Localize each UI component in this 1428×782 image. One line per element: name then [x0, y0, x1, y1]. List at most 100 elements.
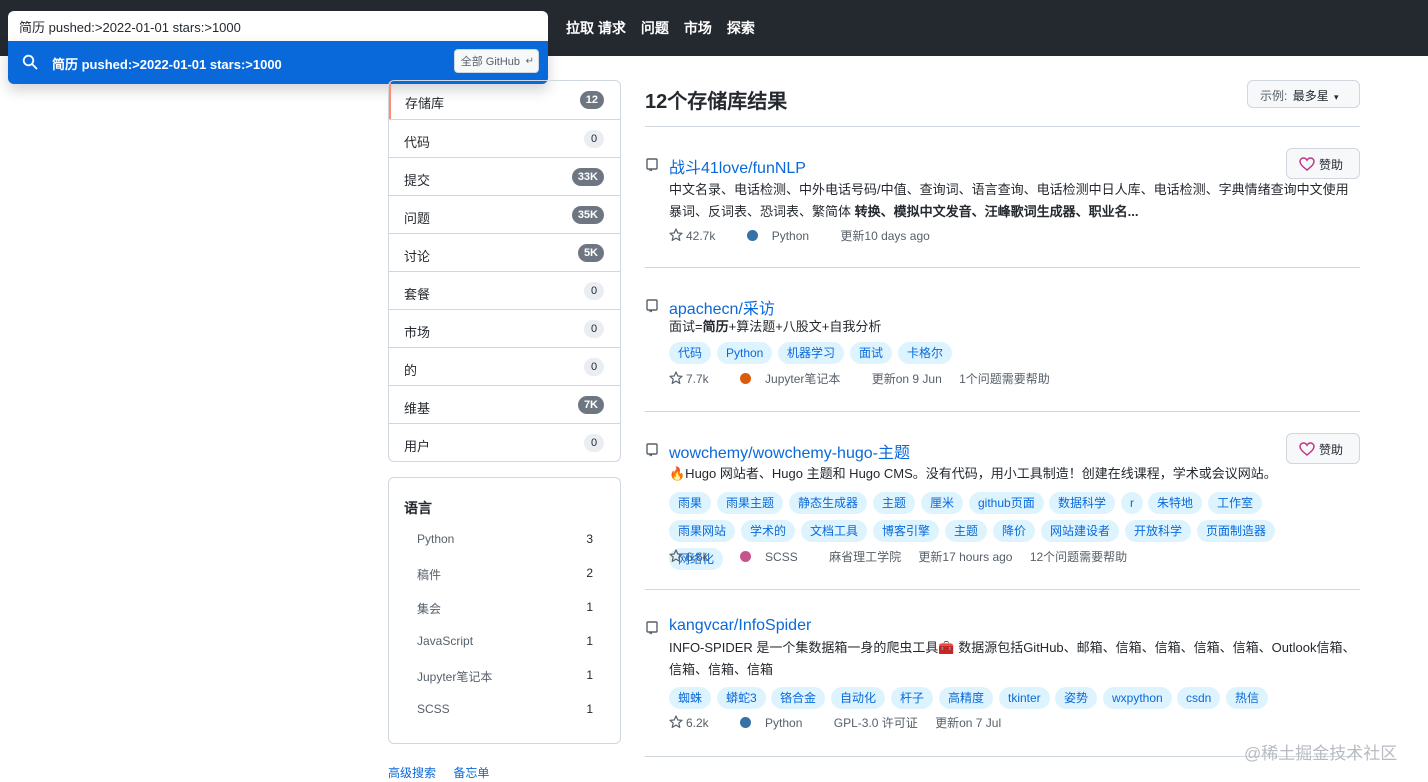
topic-tag[interactable]: 自动化 [831, 687, 886, 709]
search-scope-badge[interactable]: 全部 GitHub ↵ [453, 49, 539, 73]
topic-tag[interactable]: 厘米 [921, 492, 964, 514]
nav-issues[interactable]: 问题 [641, 18, 669, 38]
topic-tag[interactable]: 雨果 [669, 492, 712, 514]
topic-tag[interactable]: 开放科学 [1125, 520, 1192, 542]
language-name: SCSS [765, 550, 798, 564]
return-icon: ↵ [525, 56, 534, 67]
search-input[interactable]: 简历 pushed:>2022-01-01 stars:>1000 [8, 11, 548, 41]
repo-icon [646, 299, 658, 313]
language-item[interactable]: Jupyter笔记本 1 [417, 668, 593, 686]
topic-tag[interactable]: 页面制造器 [1197, 520, 1276, 542]
repo-meta: 6.6k SCSS 麻省理工学院 更新17 hours ago 12个问题需要帮… [669, 548, 1141, 566]
topic-tag[interactable]: 博客引擎 [873, 520, 940, 542]
filter-count: 0 [584, 434, 604, 452]
star-icon [669, 228, 683, 241]
filter-item[interactable]: 市场 0 [389, 309, 620, 347]
topic-tag[interactable]: 姿势 [1055, 687, 1098, 709]
search-suggestion[interactable]: 简历 pushed:>2022-01-01 stars:>1000 全部 Git… [8, 41, 548, 84]
language-count: 1 [586, 600, 593, 614]
topic-tag[interactable]: 文档工具 [801, 520, 868, 542]
scope-label: 全部 GitHub [460, 56, 520, 68]
filter-item[interactable]: 维基 7K [389, 385, 620, 423]
sort-dropdown[interactable]: 示例: 最多星 ▾ [1247, 80, 1360, 108]
filter-label: 套餐 [404, 287, 431, 302]
topic-tag[interactable]: 雨果主题 [717, 492, 784, 514]
topic-tag[interactable]: 热信 [1226, 687, 1269, 709]
sponsor-button[interactable]: 赞助 [1286, 433, 1360, 464]
filter-item[interactable]: 用户 0 [389, 423, 620, 461]
topic-tag[interactable]: 网站建设者 [1041, 520, 1120, 542]
repo-language: Python [740, 716, 816, 730]
topic-tag[interactable]: 降价 [993, 520, 1036, 542]
nav-explore[interactable]: 探索 [727, 18, 755, 38]
advanced-search-link[interactable]: 高级搜索 [388, 766, 436, 780]
language-item[interactable]: 稿件 2 [417, 566, 593, 584]
stars-count[interactable]: 7.7k [669, 371, 723, 386]
search-icon [22, 54, 38, 70]
repo-name-link[interactable]: 战斗41love/funNLP [669, 154, 806, 178]
stars-value: 42.7k [686, 229, 716, 243]
topic-tag[interactable]: tkinter [999, 687, 1050, 709]
filter-menu: 存储库 12 代码 0 提交 33K 问题 35K 讨论 5K 套餐 0 市场 0 的 0 维基 7K 用户 0 [388, 80, 621, 462]
topic-tag[interactable]: 机器学习 [778, 342, 845, 364]
topic-tag[interactable]: 朱特地 [1148, 492, 1203, 514]
language-count: 1 [586, 668, 593, 682]
filter-item[interactable]: 存储库 12 [389, 81, 620, 119]
topic-tag[interactable]: 杆子 [891, 687, 934, 709]
topic-tag[interactable]: 数据科学 [1049, 492, 1116, 514]
language-item[interactable]: Python 3 [417, 532, 593, 550]
topic-tag[interactable]: 主题 [945, 520, 988, 542]
filter-item[interactable]: 的0 [389, 347, 620, 385]
topic-tag[interactable]: 静态生成器 [789, 492, 868, 514]
topic-tag[interactable]: 主题 [873, 492, 916, 514]
topic-tag[interactable]: github页面 [969, 492, 1044, 514]
help-wanted-issues[interactable]: 12个问题需要帮助 [1030, 550, 1127, 564]
nav-marketplace[interactable]: 市场 [684, 18, 712, 38]
language-filter: 语言 Python 3 稿件 2 集会 1 JavaScript 1 Jupyter笔记本 1 SC… [388, 477, 621, 744]
repo-description: 🔥Hugo 网站者、Hugo 主题和 Hugo CMS。没有代码，用小工具制造！… [669, 466, 1277, 481]
filter-item[interactable]: 提交 33K [389, 157, 620, 195]
divider [645, 411, 1360, 412]
language-name: Jupyter笔记本 [765, 372, 841, 386]
repo-meta: 42.7k Python 更新10 days ago [669, 227, 944, 245]
repo-result: wowchemy/wowchemy-hugo-主题 赞助 🔥Hugo 网站者、H… [645, 433, 1360, 570]
sort-label: 示例: [1260, 89, 1288, 103]
topic-tag[interactable]: 蜘蛛 [669, 687, 712, 709]
language-item[interactable]: 集会 1 [417, 600, 593, 618]
filter-count: 5K [577, 244, 604, 262]
filter-item[interactable]: 代码 0 [389, 119, 620, 157]
sponsor-button[interactable]: 赞助 [1286, 148, 1360, 179]
filter-item[interactable]: 讨论 5K [389, 233, 620, 271]
topic-tag[interactable]: csdn [1177, 687, 1221, 709]
topic-tag[interactable]: Python [717, 342, 773, 364]
repo-name-link[interactable]: kangvcar/InfoSpider [669, 617, 811, 635]
language-title: 语言 [404, 500, 432, 516]
stars-count[interactable]: 6.6k [669, 549, 723, 564]
repo-name-link[interactable]: wowchemy/wowchemy-hugo-主题 [669, 439, 910, 463]
language-name: JavaScript [417, 634, 474, 648]
language-item[interactable]: SCSS 1 [417, 702, 593, 720]
topic-tag[interactable]: r [1121, 492, 1143, 514]
cheat-sheet-link[interactable]: 备忘单 [453, 766, 489, 780]
topic-tag[interactable]: wxpython [1103, 687, 1172, 709]
repo-description: 面试=简历+算法题+八股文+自我分析 [669, 316, 1359, 338]
topic-tag[interactable]: 面试 [850, 342, 893, 364]
topic-tag[interactable]: 蟒蛇3 [717, 687, 766, 709]
topic-tag[interactable]: 铬合金 [771, 687, 826, 709]
results-title: 12个存储库结果 [645, 91, 788, 113]
topic-tag[interactable]: 雨果网站 [669, 520, 736, 542]
help-wanted-issues[interactable]: 1个问题需要帮助 [959, 372, 1050, 386]
language-item[interactable]: JavaScript 1 [417, 634, 593, 652]
filter-item[interactable]: 套餐 0 [389, 271, 620, 309]
filter-item[interactable]: 问题 35K [389, 195, 620, 233]
desc-text: 面试= [669, 319, 703, 334]
stars-count[interactable]: 42.7k [669, 228, 729, 243]
topic-tag[interactable]: 学术的 [741, 520, 796, 542]
topic-tag[interactable]: 高精度 [939, 687, 994, 709]
topic-tag[interactable]: 代码 [669, 342, 712, 364]
topic-tag[interactable]: 卡格尔 [898, 342, 953, 364]
topic-tag[interactable]: 工作室 [1208, 492, 1263, 514]
language-name: SCSS [417, 702, 450, 716]
nav-pull-requests[interactable]: 拉取 请求 [566, 18, 626, 38]
stars-count[interactable]: 6.2k [669, 715, 723, 730]
